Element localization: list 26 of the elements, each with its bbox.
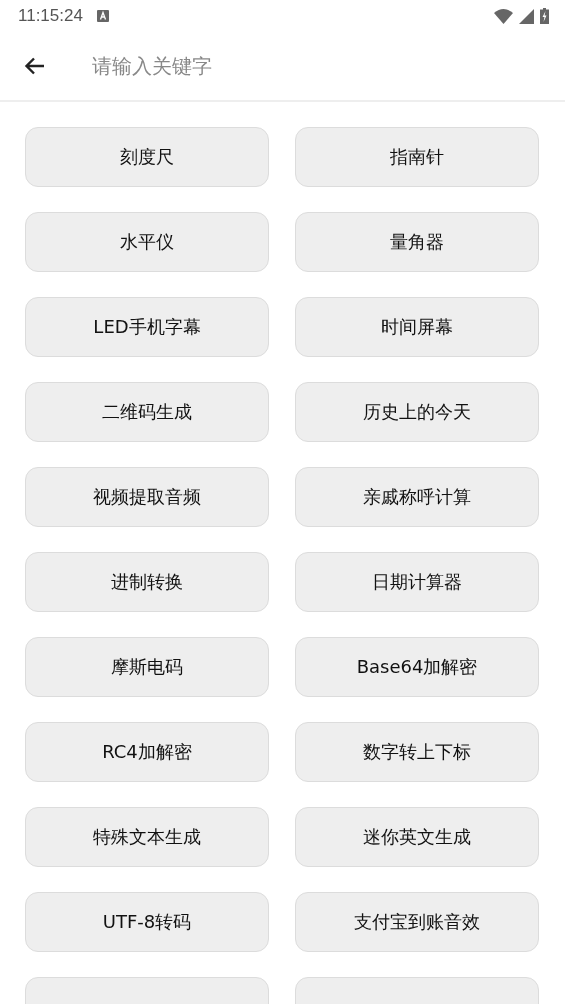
tool-tile[interactable]: LED手机字幕 xyxy=(25,297,269,357)
tool-tile[interactable]: 进制转换 xyxy=(25,552,269,612)
notification-icon xyxy=(96,10,109,22)
tool-tile[interactable]: 时间屏幕 xyxy=(295,297,539,357)
tool-tile[interactable]: 水平仪 xyxy=(25,212,269,272)
signal-icon xyxy=(519,8,534,24)
tool-tile[interactable]: 二维码生成 xyxy=(25,382,269,442)
tool-tile[interactable]: 日期计算器 xyxy=(295,552,539,612)
tool-tile[interactable]: 视频提取音频 xyxy=(25,467,269,527)
tool-tile[interactable]: 指南针 xyxy=(295,127,539,187)
tool-tile[interactable]: 量角器 xyxy=(295,212,539,272)
tool-tile[interactable]: UTF-8转码 xyxy=(25,892,269,952)
tool-tile[interactable]: 迷你英文生成 xyxy=(295,807,539,867)
tool-tile[interactable]: RC4加解密 xyxy=(25,722,269,782)
battery-icon xyxy=(540,8,549,24)
tool-tile[interactable]: 支付宝到账音效 xyxy=(295,892,539,952)
tool-tile[interactable]: 数字转上下标 xyxy=(295,722,539,782)
tool-tile[interactable]: Base64加解密 xyxy=(295,637,539,697)
tool-tile[interactable]: 亲戚称呼计算 xyxy=(295,467,539,527)
wifi-icon xyxy=(494,8,513,24)
tool-tile[interactable]: 特殊文本生成 xyxy=(25,807,269,867)
search-field[interactable]: 请输入关键字 xyxy=(90,53,545,79)
status-time: 11:15:24 xyxy=(18,6,83,26)
tool-tile[interactable]: 摩斯电码 xyxy=(25,637,269,697)
tool-tile[interactable]: 历史上的今天 xyxy=(295,382,539,442)
tool-tile[interactable]: 刻度尺 xyxy=(25,127,269,187)
